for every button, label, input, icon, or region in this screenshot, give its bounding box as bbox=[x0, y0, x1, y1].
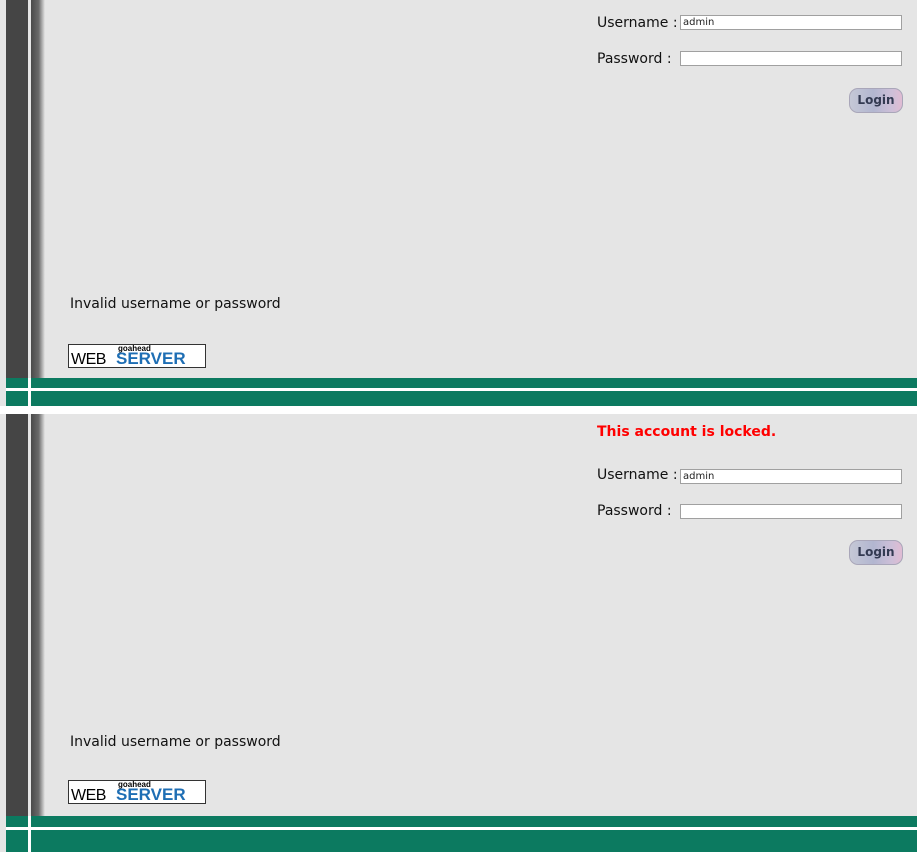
goahead-webserver-logo: goahead WEB SERVER bbox=[68, 780, 206, 804]
footer-band bbox=[6, 378, 917, 406]
locked-message: This account is locked. bbox=[597, 424, 777, 440]
username-label: Username : bbox=[597, 15, 678, 31]
login-button[interactable]: Login bbox=[849, 540, 903, 565]
logo-server-text: SERVER bbox=[116, 349, 186, 368]
login-panel-2: This account is locked. Username : Passw… bbox=[0, 414, 917, 852]
password-input[interactable] bbox=[680, 504, 902, 519]
goahead-webserver-logo: goahead WEB SERVER bbox=[68, 344, 206, 368]
left-sidebar-shadow bbox=[31, 414, 45, 852]
left-sidebar-shadow bbox=[31, 0, 45, 406]
username-input[interactable] bbox=[680, 15, 902, 30]
logo-web-text: WEB bbox=[71, 787, 106, 804]
footer-stripe bbox=[6, 388, 917, 391]
error-message: Invalid username or password bbox=[70, 296, 281, 312]
footer-stripe bbox=[6, 827, 917, 830]
error-message: Invalid username or password bbox=[70, 734, 281, 750]
logo-web-text: WEB bbox=[71, 351, 106, 368]
left-sidebar-bar bbox=[6, 0, 28, 406]
left-sidebar-bar bbox=[6, 414, 28, 852]
password-input[interactable] bbox=[680, 51, 902, 66]
password-label: Password : bbox=[597, 51, 672, 67]
username-input[interactable] bbox=[680, 469, 902, 484]
username-label: Username : bbox=[597, 467, 678, 483]
login-button[interactable]: Login bbox=[849, 88, 903, 113]
password-label: Password : bbox=[597, 503, 672, 519]
footer-vertical-stripe bbox=[28, 378, 31, 406]
login-panel-1: Username : Password : Login Invalid user… bbox=[0, 0, 917, 406]
footer-band bbox=[6, 816, 917, 852]
logo-server-text: SERVER bbox=[116, 785, 186, 804]
footer-vertical-stripe bbox=[28, 816, 31, 852]
